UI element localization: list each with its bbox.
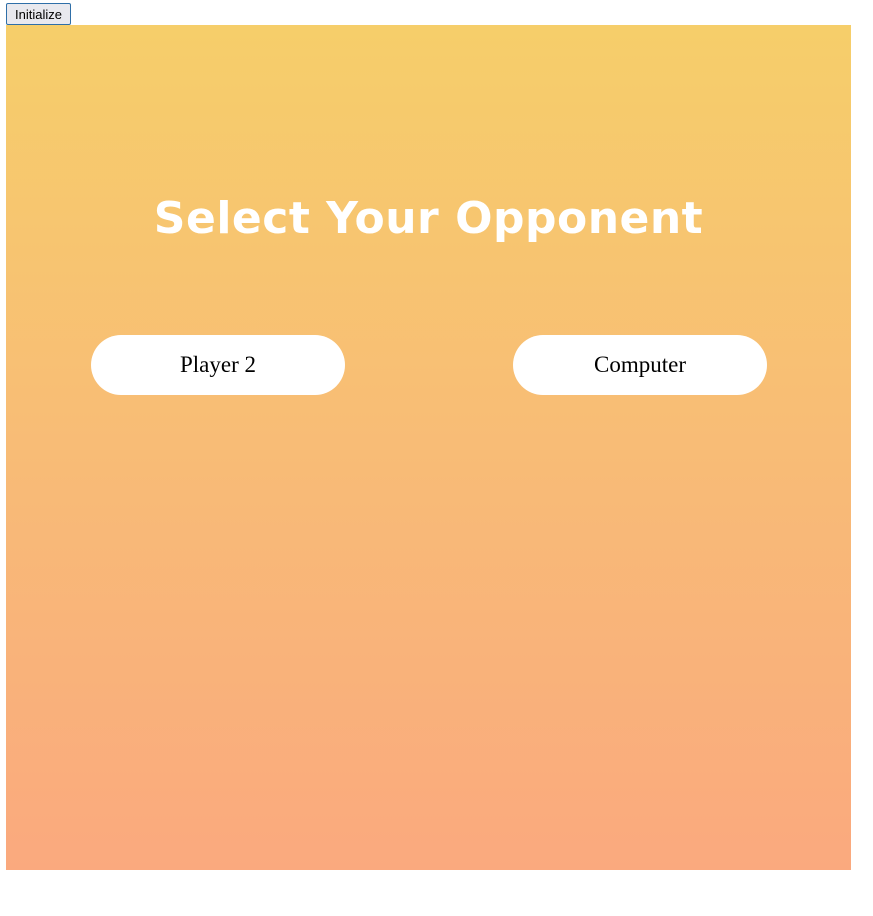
initialize-button[interactable]: Initialize xyxy=(6,3,71,25)
page-title: Select Your Opponent xyxy=(153,193,704,244)
player-2-button[interactable]: Player 2 xyxy=(91,335,345,395)
computer-button[interactable]: Computer xyxy=(513,335,767,395)
opponent-select-panel: Select Your Opponent Player 2 Computer xyxy=(6,25,851,870)
